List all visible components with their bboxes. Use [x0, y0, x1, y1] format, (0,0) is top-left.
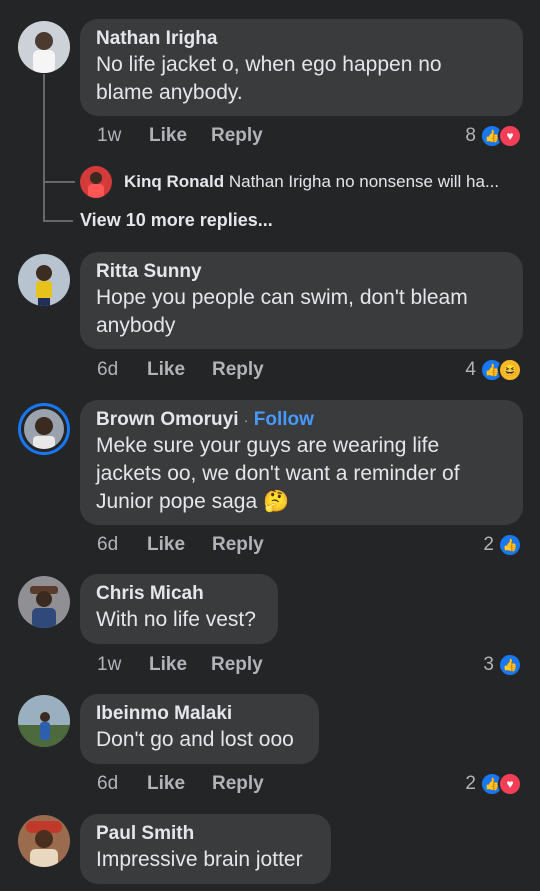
- reply-avatar[interactable]: [80, 166, 112, 198]
- haha-reaction-icon: 😆: [498, 358, 522, 382]
- person-icon: [30, 586, 58, 628]
- like-button[interactable]: Like: [147, 534, 212, 556]
- like-reaction-icon: 👍: [498, 653, 522, 677]
- comment-actions: 6d Like Reply: [97, 773, 264, 795]
- like-button[interactable]: Like: [147, 359, 212, 381]
- reaction-count: 2: [465, 773, 476, 794]
- person-icon: [26, 821, 62, 867]
- reply-preview[interactable]: Kinq Ronald Nathan Irigha no nonsense wi…: [124, 172, 499, 192]
- comment-actions: 6d Like Reply: [97, 534, 264, 556]
- commenter-name[interactable]: Chris Micah: [96, 582, 262, 606]
- love-reaction-icon: ♥: [498, 772, 522, 796]
- commenter-name[interactable]: Paul Smith: [96, 822, 315, 846]
- like-reaction-icon: 👍: [498, 533, 522, 557]
- thread-line-vertical: [43, 74, 45, 220]
- comment-time[interactable]: 1w: [97, 125, 149, 147]
- comment-text: Hope you people can swim, don't bleam an…: [96, 286, 468, 337]
- commenter-name[interactable]: Ritta Sunny: [96, 260, 507, 284]
- comment-time[interactable]: 6d: [97, 773, 147, 795]
- view-more-replies[interactable]: View 10 more replies...: [80, 210, 273, 231]
- reply-button[interactable]: Reply: [212, 534, 264, 556]
- reaction-count: 2: [483, 534, 494, 555]
- commenter-name[interactable]: Brown Omoruyi: [96, 409, 239, 430]
- comment-bubble: Ibeinmo Malaki Don't go and lost ooo: [80, 694, 319, 764]
- thread-line-branch: [43, 181, 75, 183]
- reaction-summary[interactable]: 3 👍: [483, 653, 522, 677]
- reply-button[interactable]: Reply: [211, 125, 263, 147]
- thread-line-branch-2: [43, 220, 73, 222]
- person-icon: [88, 172, 104, 198]
- reply-button[interactable]: Reply: [211, 654, 263, 676]
- person-icon: [36, 265, 52, 306]
- reaction-count: 8: [465, 125, 476, 146]
- comment-text: Meke sure your guys are wearing life jac…: [96, 434, 460, 513]
- comment-bubble: Paul Smith Impressive brain jotter: [80, 814, 331, 884]
- person-icon: [18, 695, 70, 747]
- reply-author[interactable]: Kinq Ronald: [124, 172, 224, 191]
- like-button[interactable]: Like: [147, 773, 212, 795]
- comment-time[interactable]: 6d: [97, 534, 147, 556]
- avatar[interactable]: [18, 576, 70, 628]
- comment-bubble: Nathan Irigha No life jacket o, when ego…: [80, 19, 523, 116]
- reaction-count: 4: [465, 359, 476, 380]
- person-icon: [33, 32, 55, 73]
- reply-button[interactable]: Reply: [212, 773, 264, 795]
- love-reaction-icon: ♥: [498, 124, 522, 148]
- commenter-name[interactable]: Ibeinmo Malaki: [96, 702, 303, 726]
- comment-text: No life jacket o, when ego happen no bla…: [96, 53, 442, 104]
- reaction-summary[interactable]: 2 👍 ♥: [465, 772, 522, 796]
- comment-bubble: Chris Micah With no life vest?: [80, 574, 278, 644]
- commenter-name[interactable]: Nathan Irigha: [96, 27, 507, 51]
- avatar[interactable]: [18, 21, 70, 73]
- comment-text: Don't go and lost ooo: [96, 728, 294, 751]
- avatar[interactable]: [18, 254, 70, 306]
- separator-dot: ·: [243, 412, 249, 428]
- comment-bubble: Brown Omoruyi · Follow Meke sure your gu…: [80, 400, 523, 525]
- reaction-summary[interactable]: 8 👍 ♥: [465, 124, 522, 148]
- commenter-header: Brown Omoruyi · Follow: [96, 408, 507, 432]
- follow-button[interactable]: Follow: [254, 409, 314, 430]
- like-button[interactable]: Like: [149, 125, 211, 147]
- comment-text: With no life vest?: [96, 608, 256, 631]
- comment-actions: 1w Like Reply: [97, 125, 263, 147]
- avatar[interactable]: [18, 695, 70, 747]
- reaction-count: 3: [483, 654, 494, 675]
- comment-time[interactable]: 1w: [97, 654, 149, 676]
- comment-actions: 1w Like Reply: [97, 654, 263, 676]
- avatar[interactable]: [18, 815, 70, 867]
- avatar[interactable]: [18, 403, 70, 455]
- reaction-summary[interactable]: 4 👍 😆: [465, 358, 522, 382]
- comment-actions: 6d Like Reply: [97, 359, 264, 381]
- comment-bubble: Ritta Sunny Hope you people can swim, do…: [80, 252, 523, 349]
- comment-time[interactable]: 6d: [97, 359, 147, 381]
- reply-button[interactable]: Reply: [212, 359, 264, 381]
- person-icon: [33, 417, 55, 449]
- comment-text: Impressive brain jotter: [96, 848, 303, 871]
- reply-text: Nathan Irigha no nonsense will ha...: [228, 172, 500, 191]
- reaction-summary[interactable]: 2 👍: [483, 533, 522, 557]
- like-button[interactable]: Like: [149, 654, 211, 676]
